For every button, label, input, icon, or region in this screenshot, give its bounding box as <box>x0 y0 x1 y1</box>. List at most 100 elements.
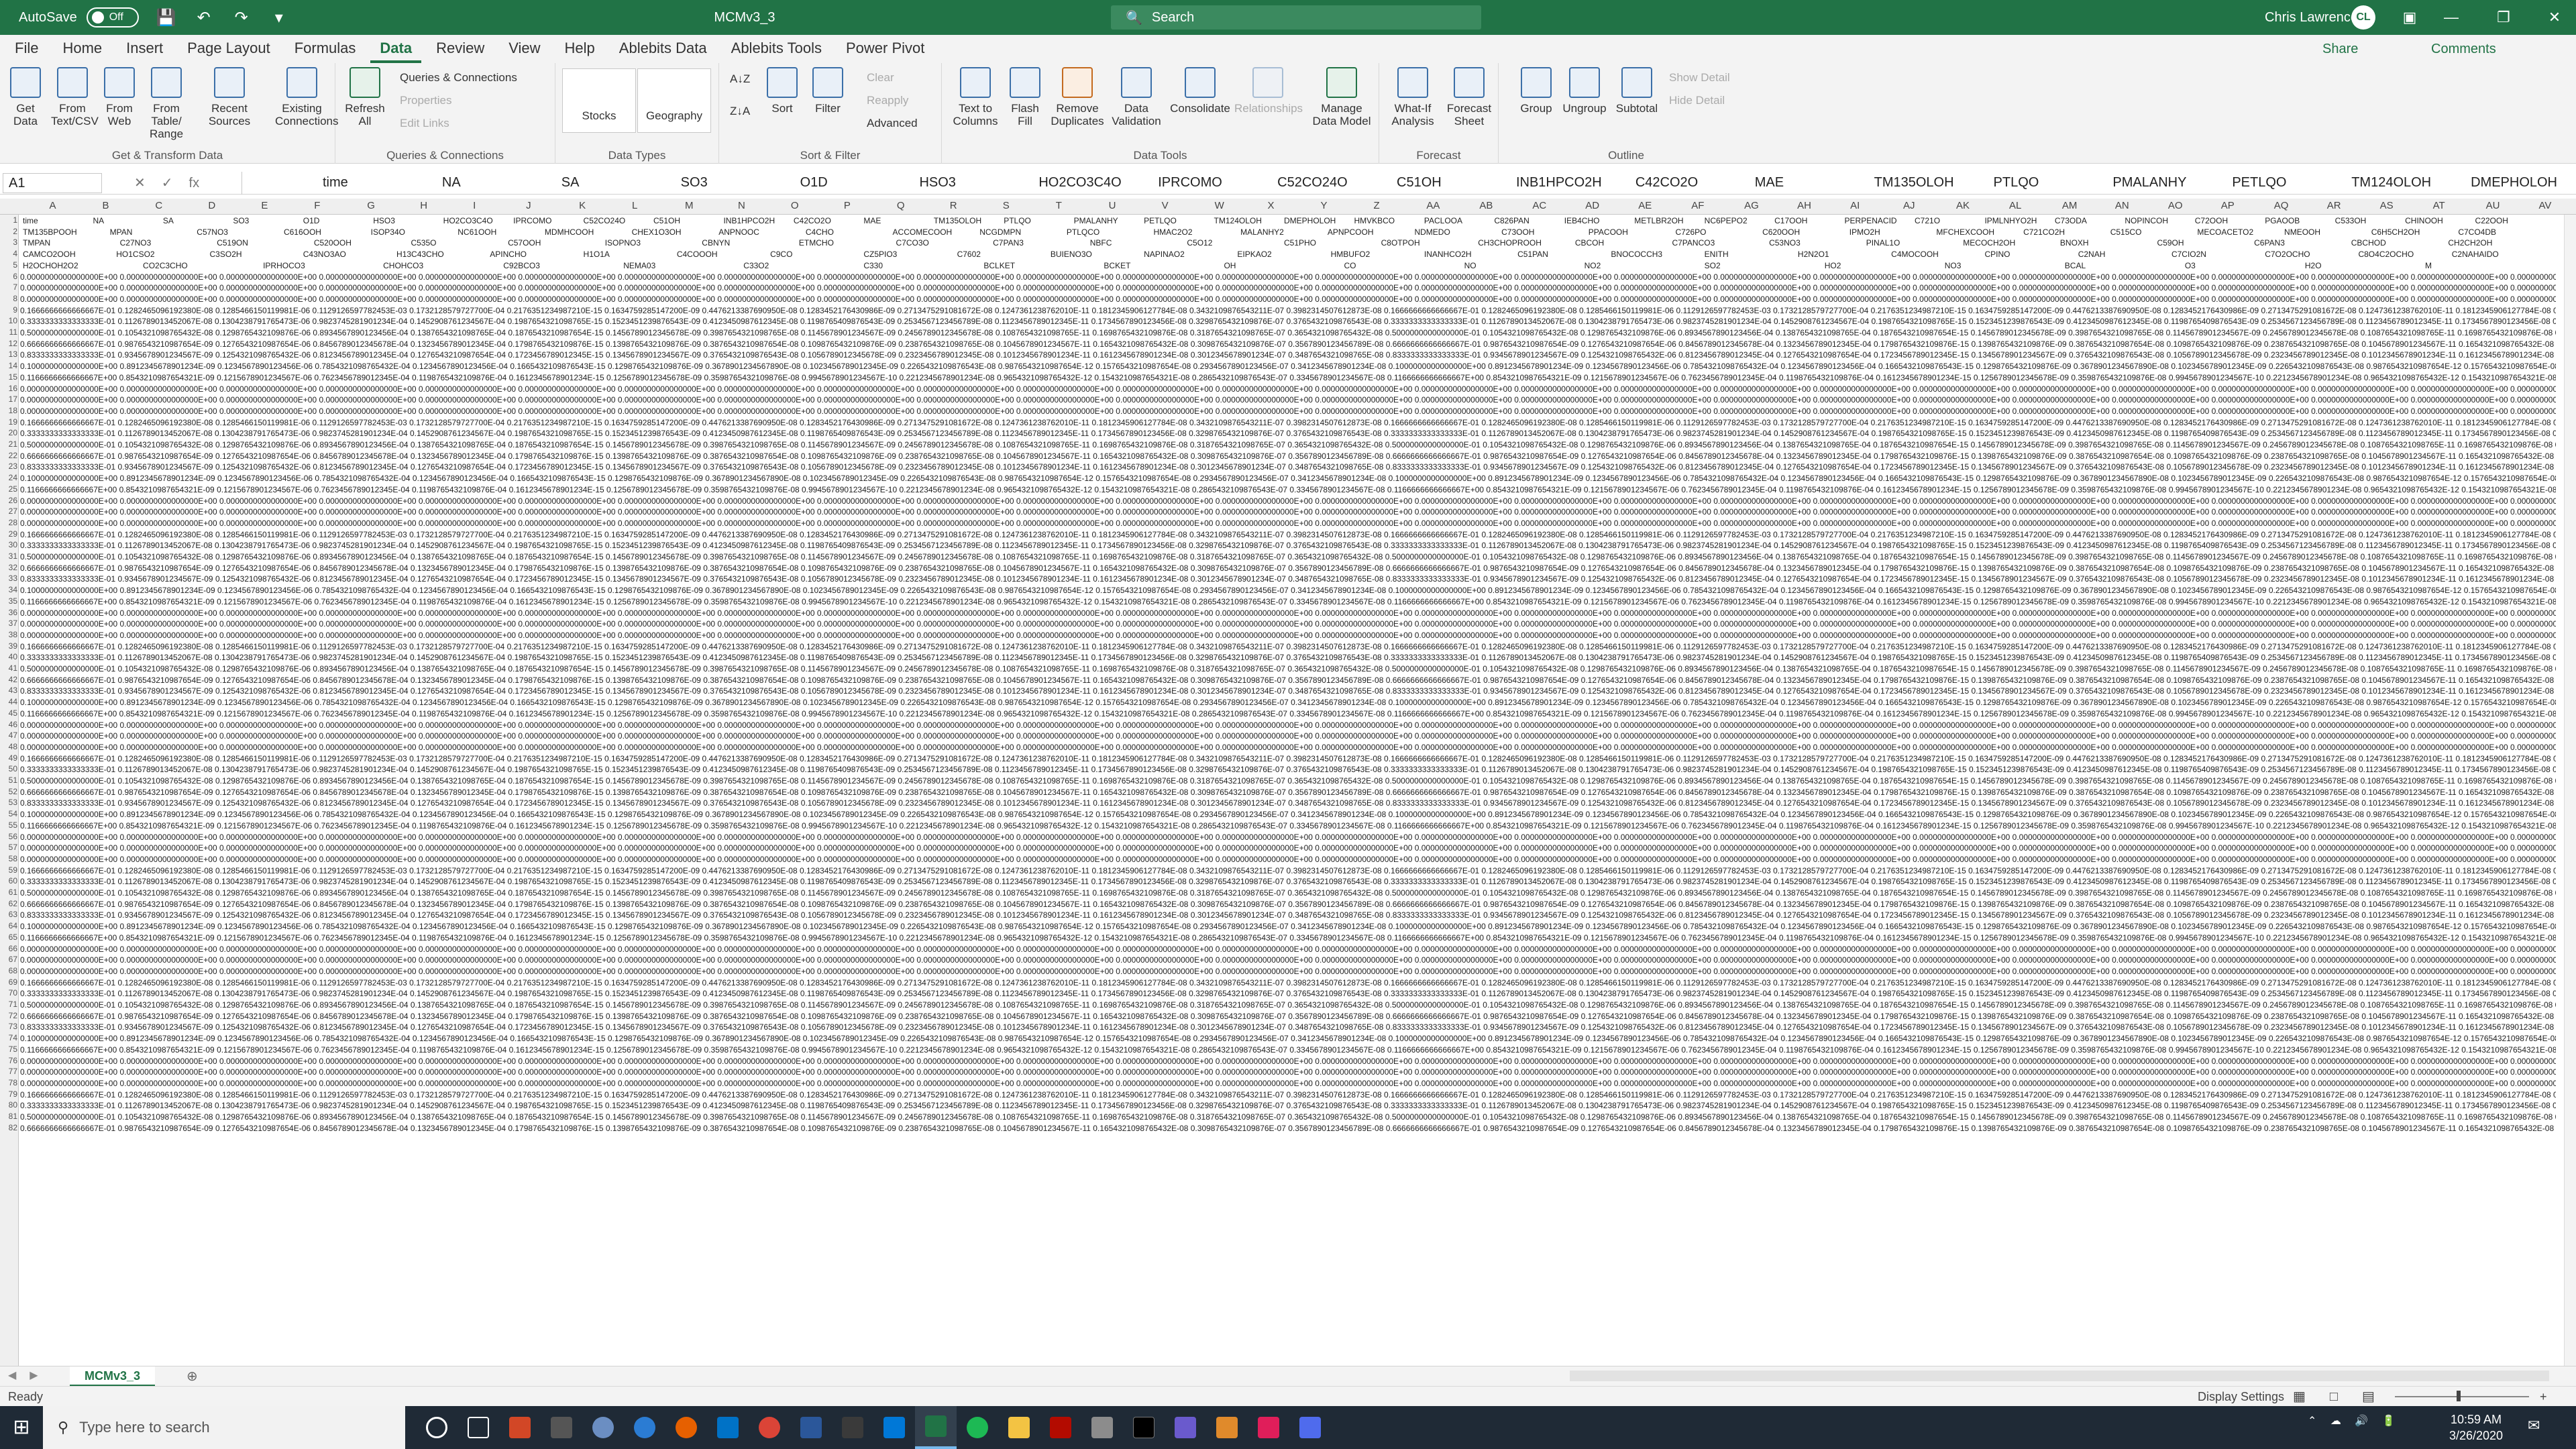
header-cell[interactable]: OH <box>1224 261 1236 270</box>
table-row[interactable]: 0.0000000000000000E+00 0.000000000000000… <box>20 272 2556 282</box>
table-row[interactable]: 0.3333333333333333E-01 0.112678901345206… <box>20 989 2556 998</box>
zoom-in-icon[interactable]: + <box>2540 1390 2547 1404</box>
row-header[interactable]: 52 <box>0 787 17 796</box>
stocks-button[interactable]: Stocks <box>562 68 636 133</box>
column-header[interactable]: B <box>102 200 109 211</box>
app-r-icon[interactable] <box>582 1406 624 1449</box>
row-header[interactable]: 72 <box>0 1011 17 1020</box>
row-header[interactable]: 58 <box>0 854 17 863</box>
vertical-scrollbar[interactable] <box>2564 215 2576 1366</box>
column-header[interactable]: AS <box>2380 200 2394 211</box>
row-header[interactable]: 82 <box>0 1123 17 1132</box>
header-cell[interactable]: NC61OOH <box>458 227 496 237</box>
restore-icon[interactable]: ❐ <box>2483 0 2524 35</box>
row-header[interactable]: 1 <box>0 215 17 225</box>
consolidate-button[interactable]: Consolidate <box>1169 67 1232 115</box>
column-header[interactable]: Q <box>897 200 905 211</box>
table-row[interactable]: 0.1666666666666667E-01 0.128246509619238… <box>20 530 2556 539</box>
column-header[interactable]: U <box>1109 200 1116 211</box>
cancel-icon[interactable]: ✕ <box>134 176 146 191</box>
header-cell[interactable]: TMPAN <box>23 238 50 248</box>
filter-button[interactable]: Filter <box>806 67 849 115</box>
header-cell[interactable]: PERPENACID <box>1845 216 1897 225</box>
header-cell[interactable]: CBNYN <box>702 238 730 248</box>
row-header[interactable]: 49 <box>0 753 17 763</box>
header-cell[interactable]: IEB4CHO <box>1564 216 1600 225</box>
view-buttons[interactable]: ▦□▤ <box>2293 1388 2399 1405</box>
header-cell[interactable]: C9CO <box>770 250 792 259</box>
table-row[interactable]: 0.8333333333333333E-01 0.934567890123456… <box>20 574 2556 584</box>
table-row[interactable]: 0.0000000000000000E+00 0.000000000000000… <box>20 945 2556 954</box>
header-cell[interactable]: C73ODA <box>2055 216 2087 225</box>
column-header[interactable]: X <box>1268 200 1275 211</box>
table-row[interactable]: 0.1166666666666667E+00 0.854321098765432… <box>20 821 2556 830</box>
table-row[interactable]: 0.6666666666666667E-01 0.987654321098765… <box>20 900 2556 909</box>
worksheet-grid[interactable]: A B C D E F G H I J K L M N O P Q R S T U V W X Y Z AA AB AC AD AE AF AG… <box>0 199 2576 1366</box>
zoom-slider-handle[interactable] <box>2457 1391 2461 1401</box>
header-cell[interactable]: BCLKET <box>983 261 1015 270</box>
table-row[interactable]: 0.1000000000000000E+00 0.891234567890123… <box>20 922 2556 931</box>
snipping-icon[interactable] <box>1165 1406 1206 1449</box>
table-row[interactable]: 0.1000000000000000E+00 0.891234567890123… <box>20 362 2556 371</box>
header-cell[interactable]: PMALANHY <box>1074 216 1118 225</box>
header-cell[interactable]: MECOACETO2 <box>2197 227 2253 237</box>
header-cell[interactable]: C721CO2H <box>2023 227 2065 237</box>
table-row[interactable]: 0.1000000000000000E+00 0.891234567890123… <box>20 1034 2556 1043</box>
undo-icon[interactable]: ↶ <box>194 8 214 28</box>
table-row[interactable]: 0.0000000000000000E+00 0.000000000000000… <box>20 631 2556 640</box>
table-row[interactable]: 0.8333333333333333E-01 0.934567890123456… <box>20 910 2556 920</box>
sort-ascending-button[interactable]: A↓Z <box>730 72 750 86</box>
column-header[interactable]: AE <box>1638 200 1652 211</box>
row-header[interactable]: 24 <box>0 473 17 482</box>
row-header[interactable]: 13 <box>0 350 17 359</box>
column-header[interactable]: AB <box>1479 200 1493 211</box>
row-header[interactable]: 34 <box>0 585 17 594</box>
row-header[interactable]: 32 <box>0 563 17 572</box>
row-header[interactable]: 74 <box>0 1033 17 1042</box>
table-row[interactable]: 0.1166666666666667E+00 0.854321098765432… <box>20 597 2556 606</box>
table-row[interactable]: 0.5000000000000000E-01 0.105432109876543… <box>20 440 2556 449</box>
header-cell[interactable]: CZ5PIO3 <box>863 250 897 259</box>
row-header[interactable]: 41 <box>0 663 17 673</box>
row-header[interactable]: 14 <box>0 361 17 370</box>
spotify-icon[interactable] <box>957 1406 998 1449</box>
autosave-toggle[interactable]: Off <box>86 7 139 28</box>
header-cell[interactable]: H2OCHOH2O2 <box>23 261 78 270</box>
row-header[interactable]: 22 <box>0 451 17 460</box>
table-row[interactable]: 0.0000000000000000E+00 0.000000000000000… <box>20 1057 2556 1066</box>
row-header[interactable]: 70 <box>0 988 17 998</box>
header-cell[interactable]: SO3 <box>233 216 249 225</box>
column-header[interactable]: AK <box>1956 200 1970 211</box>
header-cell[interactable]: C519ON <box>217 238 248 248</box>
avatar[interactable]: CL <box>2351 5 2375 30</box>
header-cell[interactable]: C4CHO <box>806 227 834 237</box>
column-header[interactable]: I <box>473 200 476 211</box>
row-header[interactable]: 26 <box>0 496 17 505</box>
row-header[interactable]: 15 <box>0 372 17 382</box>
chrome-icon[interactable] <box>749 1406 790 1449</box>
row-header[interactable]: 47 <box>0 731 17 740</box>
row-header[interactable]: 55 <box>0 820 17 830</box>
header-cell[interactable]: INANHCO2H <box>1424 250 1472 259</box>
manage-data-model-button[interactable]: Manage Data Model <box>1309 67 1374 127</box>
ribbon-display-options-icon[interactable]: ▣ <box>2390 0 2430 35</box>
row-header[interactable]: 43 <box>0 686 17 695</box>
row-header[interactable]: 76 <box>0 1056 17 1065</box>
column-header[interactable]: AV <box>2539 200 2552 211</box>
table-row[interactable]: 0.6666666666666667E-01 0.987654321098765… <box>20 676 2556 685</box>
edge-icon[interactable] <box>624 1406 665 1449</box>
table-row[interactable]: 0.1166666666666667E+00 0.854321098765432… <box>20 485 2556 494</box>
column-header[interactable]: V <box>1162 200 1169 211</box>
row-header[interactable]: 20 <box>0 428 17 437</box>
column-header[interactable]: AC <box>1532 200 1546 211</box>
column-header[interactable]: T <box>1056 200 1062 211</box>
header-cell[interactable]: HMBUFO2 <box>1331 250 1371 259</box>
sheet-tab-mcmv3-3[interactable]: MCMv3_3 <box>70 1366 156 1387</box>
row-header[interactable]: 77 <box>0 1067 17 1076</box>
header-cell[interactable]: MFCHEXCOOH <box>1936 227 1994 237</box>
table-row[interactable]: 0.0000000000000000E+00 0.000000000000000… <box>20 519 2556 528</box>
column-header[interactable]: Z <box>1373 200 1379 211</box>
recent-sources-button[interactable]: Recent Sources <box>208 67 251 127</box>
row-header[interactable]: 69 <box>0 977 17 987</box>
forecast-sheet-button[interactable]: Forecast Sheet <box>1444 67 1495 127</box>
